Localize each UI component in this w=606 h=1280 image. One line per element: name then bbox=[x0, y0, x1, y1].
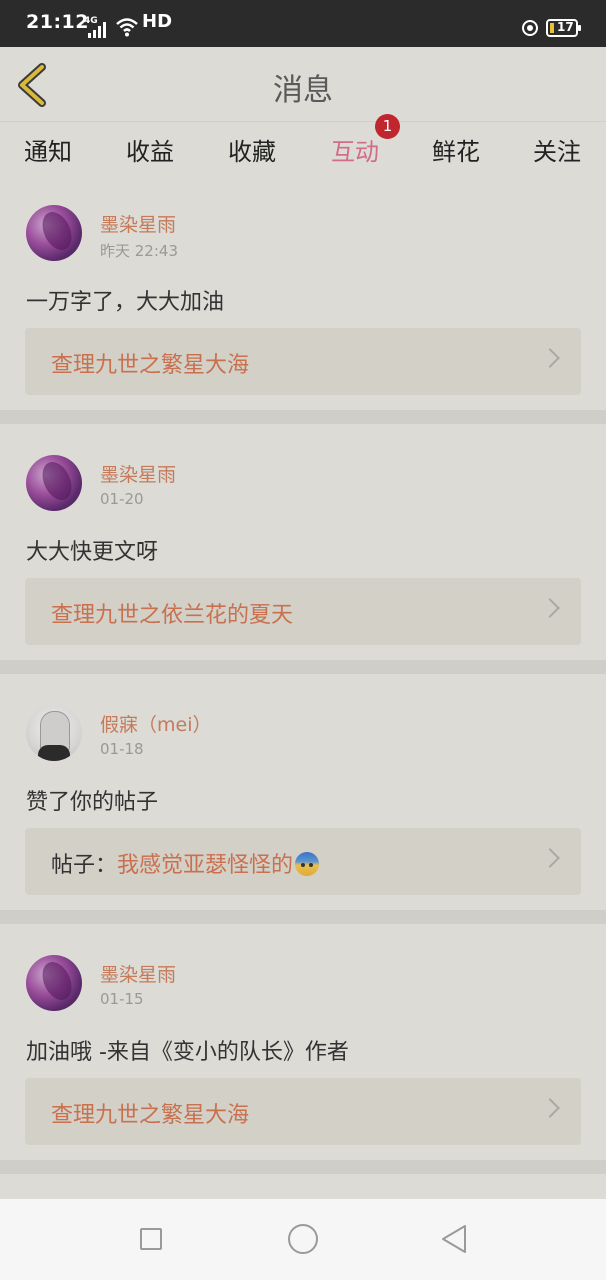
avatar[interactable] bbox=[26, 955, 82, 1011]
username[interactable]: 墨染星雨 bbox=[100, 210, 176, 237]
tab-flowers[interactable]: 鲜花 bbox=[432, 132, 480, 167]
message-item: 墨染星雨 01-20 大大快更文呀 查理九世之依兰花的夏天 bbox=[0, 424, 606, 660]
avatar[interactable] bbox=[26, 205, 82, 261]
divider bbox=[0, 910, 606, 924]
divider bbox=[0, 660, 606, 674]
hd-indicator: HD bbox=[142, 11, 173, 32]
unread-badge: 1 bbox=[375, 114, 400, 139]
reference-title: 查理九世之繁星大海 bbox=[51, 1103, 250, 1128]
chevron-right-icon bbox=[540, 348, 560, 368]
tab-label: 收益 bbox=[126, 138, 174, 166]
message-item: 墨染星雨 昨天 22:43 一万字了，大大加油 查理九世之繁星大海 bbox=[0, 174, 606, 410]
message-text: 一万字了，大大加油 bbox=[26, 290, 225, 315]
status-time: 21:12 bbox=[26, 11, 89, 33]
status-bar: 21:12 4G HD 17 bbox=[0, 0, 606, 47]
timestamp: 01-15 bbox=[100, 990, 144, 1008]
battery-icon: 17 bbox=[546, 19, 581, 37]
chevron-right-icon bbox=[540, 848, 560, 868]
chevron-right-icon bbox=[540, 1098, 560, 1118]
divider bbox=[0, 1160, 606, 1174]
reference-prefix: 帖子： bbox=[51, 853, 118, 878]
tab-label: 互动 bbox=[331, 138, 379, 166]
divider bbox=[0, 410, 606, 424]
tab-label: 通知 bbox=[24, 138, 72, 166]
reference-link[interactable]: 帖子：我感觉亚瑟怪怪的 bbox=[25, 828, 581, 895]
tab-label: 鲜花 bbox=[432, 138, 480, 166]
message-text: 赞了你的帖子 bbox=[26, 790, 159, 815]
reference-title: 查理九世之依兰花的夏天 bbox=[51, 603, 294, 628]
recent-apps-icon[interactable] bbox=[140, 1228, 162, 1250]
reference-link[interactable]: 查理九世之繁星大海 bbox=[25, 1078, 581, 1145]
timestamp: 昨天 22:43 bbox=[100, 242, 178, 260]
tab-label: 关注 bbox=[533, 138, 581, 166]
reference-link[interactable]: 查理九世之繁星大海 bbox=[25, 328, 581, 395]
home-icon[interactable] bbox=[288, 1224, 318, 1254]
username[interactable]: 墨染星雨 bbox=[100, 460, 176, 487]
username[interactable]: 墨染星雨 bbox=[100, 960, 176, 987]
username[interactable]: 假寐（mei） bbox=[100, 710, 211, 737]
reference-title: 帖子：我感觉亚瑟怪怪的 bbox=[51, 847, 320, 879]
timestamp: 01-18 bbox=[100, 740, 144, 758]
avatar[interactable] bbox=[26, 455, 82, 511]
system-nav-bar bbox=[0, 1199, 606, 1280]
header: 消息 bbox=[0, 47, 606, 121]
message-item: 墨染星雨 01-15 加油哦 -来自《变小的队长》作者 查理九世之繁星大海 bbox=[0, 924, 606, 1160]
chevron-right-icon bbox=[540, 598, 560, 618]
page-title: 消息 bbox=[273, 73, 333, 108]
tab-notifications[interactable]: 通知 bbox=[24, 132, 72, 167]
reference-title: 查理九世之繁星大海 bbox=[51, 353, 250, 378]
message-text: 大大快更文呀 bbox=[26, 540, 159, 565]
tab-following[interactable]: 关注 bbox=[533, 132, 581, 167]
message-text: 加油哦 -来自《变小的队长》作者 bbox=[26, 1040, 349, 1065]
post-title: 我感觉亚瑟怪怪的 bbox=[117, 853, 294, 878]
back-triangle-icon[interactable] bbox=[440, 1224, 468, 1254]
timestamp: 01-20 bbox=[100, 490, 144, 508]
network-type: 4G bbox=[84, 16, 98, 26]
tab-favorites[interactable]: 收藏 bbox=[228, 132, 276, 167]
tab-bar: 通知 收益 收藏 互动 1 鲜花 关注 bbox=[0, 114, 606, 179]
avatar[interactable] bbox=[26, 705, 82, 761]
tab-interactions[interactable]: 互动 1 bbox=[331, 114, 400, 179]
anxious-face-emoji-icon bbox=[295, 852, 320, 876]
tab-label: 收藏 bbox=[228, 138, 276, 166]
message-item: 假寐（mei） 01-18 赞了你的帖子 帖子：我感觉亚瑟怪怪的 bbox=[0, 674, 606, 910]
data-saver-icon bbox=[522, 20, 538, 36]
tab-earnings[interactable]: 收益 bbox=[126, 132, 174, 167]
reference-link[interactable]: 查理九世之依兰花的夏天 bbox=[25, 578, 581, 645]
battery-level: 17 bbox=[557, 20, 574, 34]
wifi-icon bbox=[116, 18, 138, 37]
